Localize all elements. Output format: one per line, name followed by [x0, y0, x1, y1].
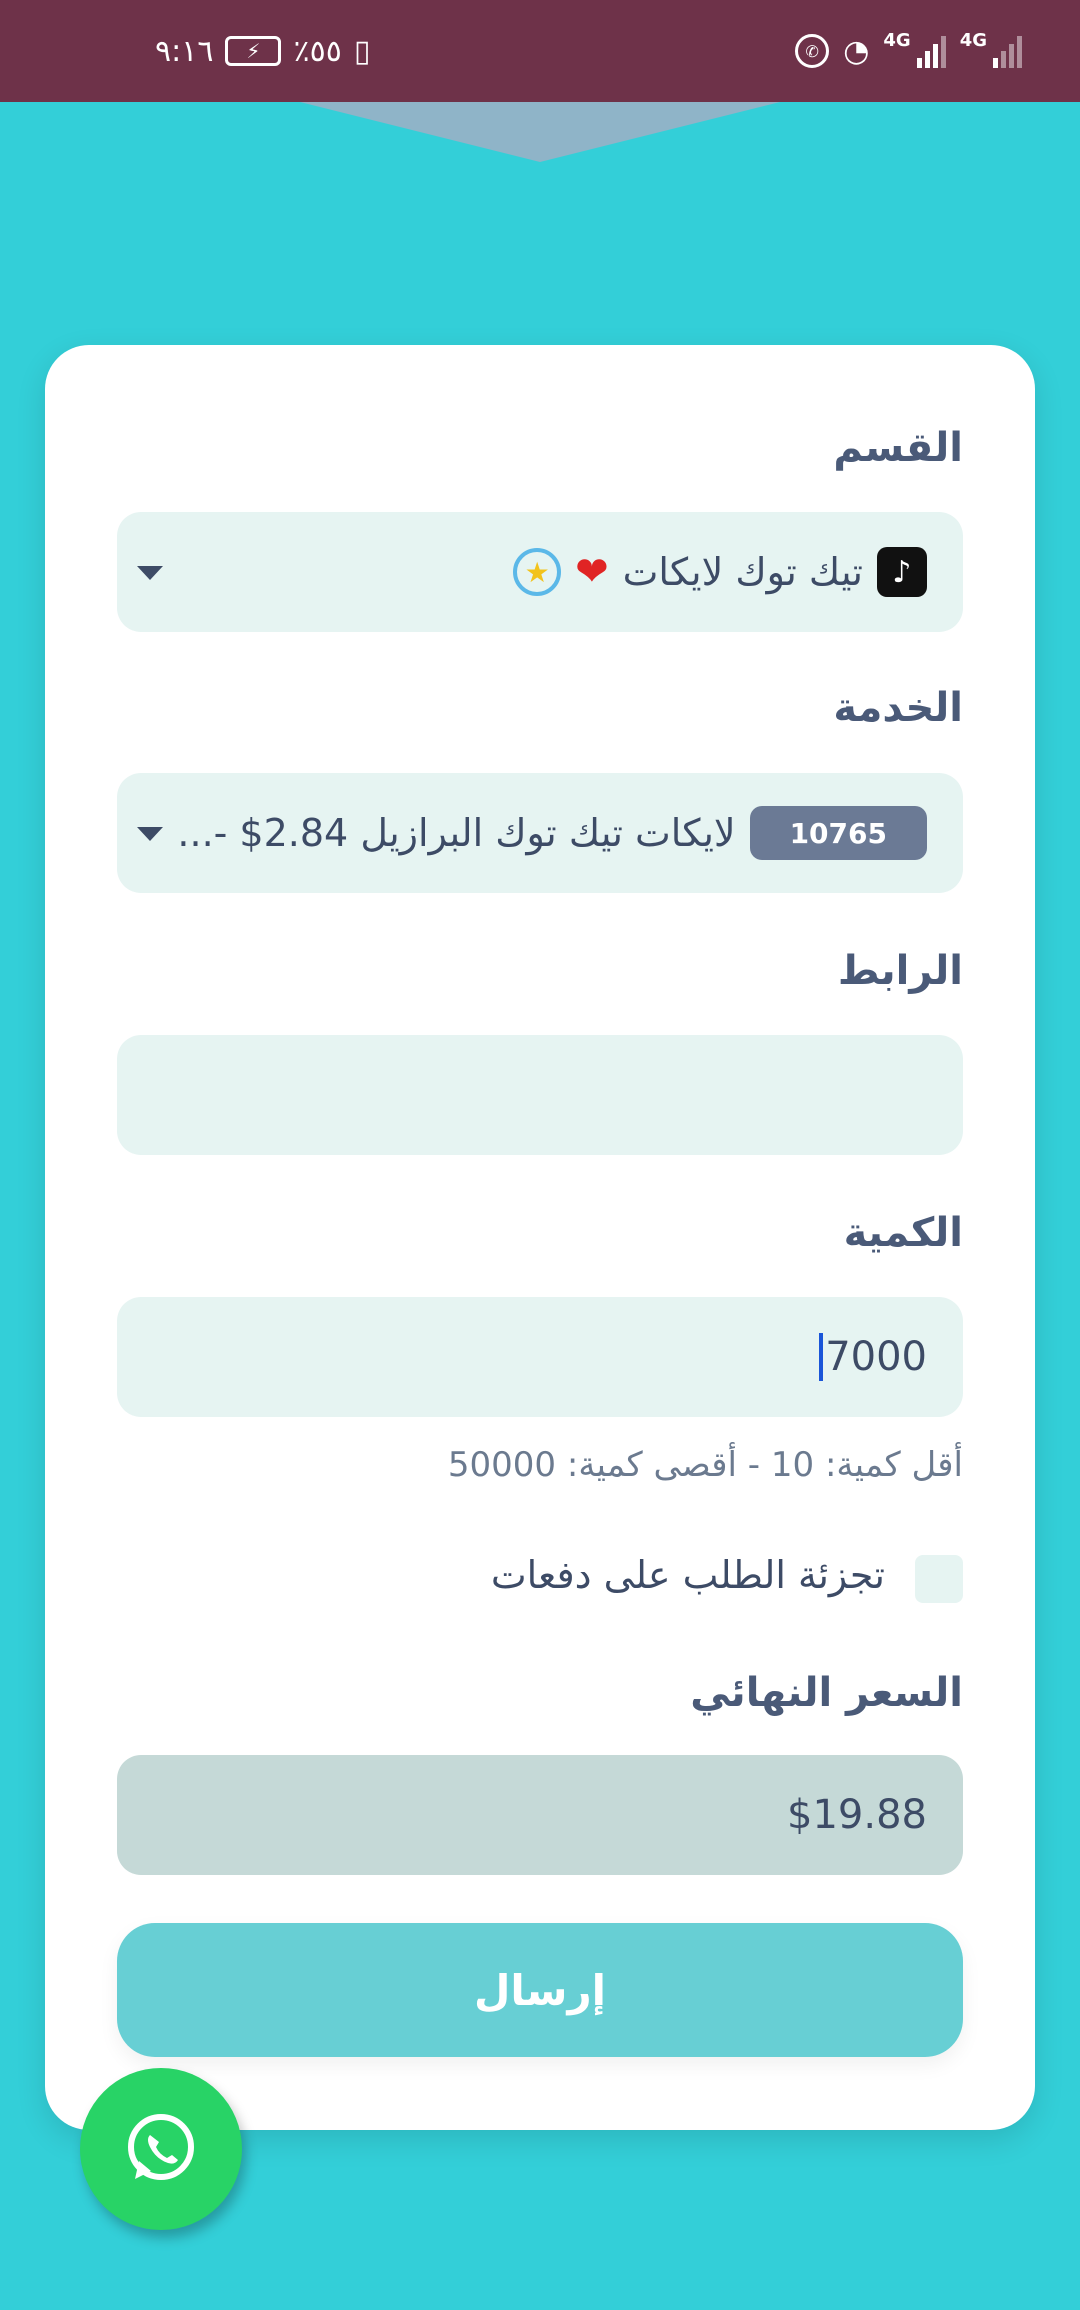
quantity-input[interactable]: 7000 — [117, 1297, 963, 1417]
whatsapp-icon — [128, 2114, 194, 2180]
battery-percent: ٪٥٥ — [293, 33, 342, 69]
category-value: تيك توك لايكات — [622, 550, 863, 594]
status-bar: ٩:١٦ ⚡ ٪٥٥ ▯ ✆ ◔ 4G 4G — [0, 0, 1080, 102]
service-select-content: 10765 لايكات تيك توك البرازيل 2.84$ -... — [177, 773, 927, 893]
text-cursor — [819, 1333, 824, 1381]
chevron-down-icon — [137, 827, 163, 841]
star-icon: ★ — [513, 548, 562, 596]
service-id-badge: 10765 — [749, 806, 927, 860]
quantity-value: 7000 — [825, 1334, 927, 1380]
category-select[interactable]: ♪ تيك توك لايكات ❤ ★ — [117, 512, 963, 632]
battery-icon: ⚡ — [225, 36, 282, 66]
drip-feed-checkbox[interactable] — [915, 1555, 963, 1603]
status-right-group: ✆ ◔ 4G 4G — [795, 0, 1022, 102]
final-price-field: $19.88 — [117, 1755, 963, 1875]
network-type-1: 4G — [883, 30, 911, 51]
final-price-value: $19.88 — [787, 1792, 927, 1838]
quantity-value-wrap: 7000 — [819, 1297, 927, 1417]
network-type-2: 4G — [959, 30, 987, 51]
signal-icon-1 — [916, 34, 946, 68]
header-chevron-decoration — [300, 102, 780, 162]
drip-feed-label[interactable]: تجزئة الطلب على دفعات — [491, 1553, 885, 1597]
service-value: لايكات تيك توك البرازيل 2.84$ -... — [177, 811, 736, 855]
category-label: القسم — [833, 425, 963, 471]
whatsapp-notification-icon: ✆ — [795, 34, 830, 68]
category-select-content: ♪ تيك توك لايكات ❤ ★ — [513, 512, 927, 632]
link-input[interactable] — [117, 1035, 963, 1155]
final-price-value-wrap: $19.88 — [787, 1755, 927, 1875]
signal-icon-2 — [993, 34, 1022, 68]
quantity-label: الكمية — [843, 1210, 963, 1256]
whatsapp-fab[interactable] — [80, 2068, 242, 2230]
submit-button[interactable]: إرسال — [117, 1923, 963, 2057]
chevron-down-icon — [137, 566, 163, 580]
order-form-card: القسم ♪ تيك توك لايكات ❤ ★ الخدمة 10765 … — [45, 345, 1035, 2130]
wifi-icon: ◔ — [843, 33, 870, 69]
heart-icon: ❤ — [575, 549, 609, 595]
final-price-label: السعر النهائي — [690, 1670, 963, 1716]
tiktok-icon: ♪ — [877, 547, 927, 597]
vibrate-icon: ▯ — [353, 33, 371, 69]
service-select[interactable]: 10765 لايكات تيك توك البرازيل 2.84$ -... — [117, 773, 963, 893]
quantity-hint: أقل كمية: 10 - أقصى كمية: 50000 — [447, 1445, 963, 1485]
status-time: ٩:١٦ — [155, 33, 214, 69]
service-label: الخدمة — [833, 685, 963, 731]
link-label: الرابط — [837, 948, 963, 994]
status-left-group: ٩:١٦ ⚡ ٪٥٥ ▯ — [155, 0, 370, 102]
